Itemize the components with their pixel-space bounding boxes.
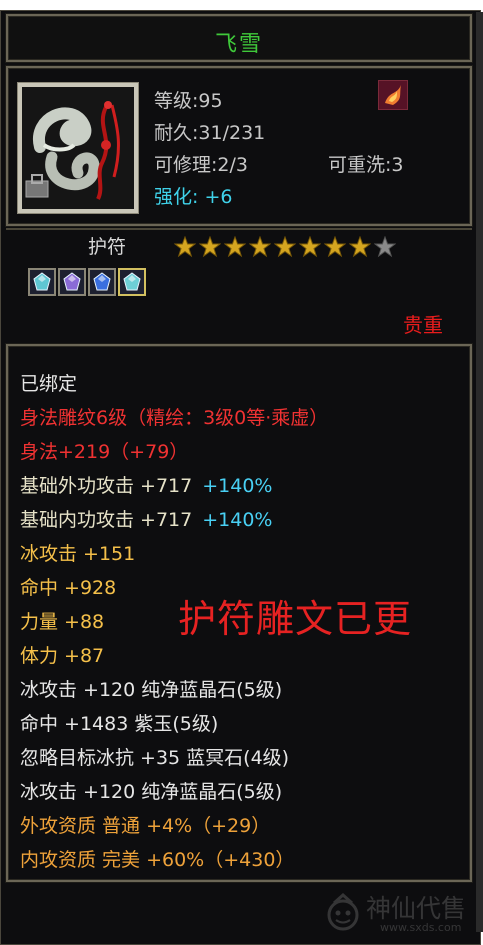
skill-badge-icon — [378, 80, 408, 110]
title-bar: 飞雪 — [6, 14, 472, 62]
gem-slot-1[interactable] — [28, 268, 56, 296]
attribute-line: 身法雕纹6级（精绘：3级0等·乘虚） — [20, 403, 328, 430]
star-filled-icon — [173, 235, 198, 258]
attribute-text: 身法雕纹6级（精绘：3级0等·乘虚） — [20, 407, 329, 429]
item-icon-frame[interactable] — [17, 82, 139, 214]
attribute-text: 命中 +1483 紫玉(5级) — [20, 713, 219, 735]
attribute-line: 冰攻击 +120 纯净蓝晶石(5级) — [20, 675, 282, 702]
gem-slot-2[interactable] — [58, 268, 86, 296]
star-filled-icon — [223, 235, 248, 258]
attribute-text: 基础外功攻击 +717 — [20, 475, 193, 497]
amulet-icon — [22, 87, 134, 209]
attribute-text: 内攻资质 完美 +60%（+430） — [20, 849, 295, 871]
attribute-line: 冰攻击 +120 纯净蓝晶石(5级) — [20, 777, 282, 804]
star-filled-icon — [273, 235, 298, 258]
item-rarity: 贵重 — [403, 313, 443, 337]
star-filled-icon — [323, 235, 348, 258]
gem-slot-3[interactable] — [88, 268, 116, 296]
attribute-text: 体力 +87 — [20, 645, 105, 667]
attribute-text: 命中 +928 — [20, 577, 117, 599]
attribute-percent: +140% — [202, 475, 273, 497]
attribute-line: 忽略目标冰抗 +35 蓝冥石(4级) — [20, 743, 289, 770]
overlay-annotation: 护符雕文已更 — [178, 597, 413, 641]
watermark-logo-icon — [327, 893, 359, 931]
item-repairable: 可修理:2/3 — [154, 154, 248, 176]
attribute-line: 基础内功攻击 +717 +140% — [20, 505, 272, 532]
gem-slot-4[interactable] — [118, 268, 146, 296]
attribute-line: 命中 +928 — [20, 573, 116, 600]
attribute-line: 内攻资质 完美 +60%（+430） — [20, 845, 294, 872]
attribute-line: 外攻资质 普通 +4%（+29） — [20, 811, 270, 838]
attribute-text: 基础内功攻击 +717 — [20, 509, 193, 531]
item-level: 等级:95 — [154, 90, 223, 112]
item-durability: 耐久:31/231 — [154, 122, 266, 144]
attribute-text: 冰攻击 +120 纯净蓝晶石(5级) — [20, 781, 283, 803]
watermark-url: www.sxds.com — [380, 921, 462, 934]
attribute-text: 力量 +88 — [20, 611, 105, 633]
item-type: 护符 — [88, 236, 127, 258]
attribute-line: 冰攻击 +151 — [20, 539, 135, 566]
attribute-text: 忽略目标冰抗 +35 蓝冥石(4级) — [20, 747, 290, 769]
attribute-line: 体力 +87 — [20, 641, 104, 668]
scrollbar-edge — [476, 12, 483, 932]
watermark-text: 神仙代售 — [366, 894, 467, 923]
attribute-percent: +140% — [202, 509, 273, 531]
attribute-line: 命中 +1483 紫玉(5级) — [20, 709, 218, 736]
item-rewashable: 可重洗:3 — [328, 154, 404, 176]
watermark: 神仙代售 www.sxds.com — [322, 885, 478, 940]
item-strengthen: 强化: +6 — [154, 186, 233, 208]
attribute-text: 已绑定 — [20, 373, 78, 395]
attribute-line: 力量 +88 — [20, 607, 104, 634]
star-filled-icon — [298, 235, 323, 258]
attribute-line: 基础外功攻击 +717 +140% — [20, 471, 272, 498]
star-filled-icon — [348, 235, 373, 258]
star-filled-icon — [198, 235, 223, 258]
attribute-text: 外攻资质 普通 +4%（+29） — [20, 815, 271, 837]
star-rating — [173, 235, 398, 258]
divider — [6, 228, 472, 230]
star-filled-icon — [248, 235, 273, 258]
attribute-text: 冰攻击 +120 纯净蓝晶石(5级) — [20, 679, 283, 701]
item-name: 飞雪 — [214, 32, 263, 57]
attribute-text: 冰攻击 +151 — [20, 543, 136, 565]
attribute-line: 已绑定 — [20, 369, 77, 396]
star-empty-icon — [373, 235, 398, 258]
item-info-box: 等级:95 耐久:31/231 可修理:2/3 可重洗:3 强化: +6 — [6, 66, 472, 226]
attribute-text: 身法+219（+79） — [20, 441, 189, 463]
attribute-line: 身法+219（+79） — [20, 437, 188, 464]
